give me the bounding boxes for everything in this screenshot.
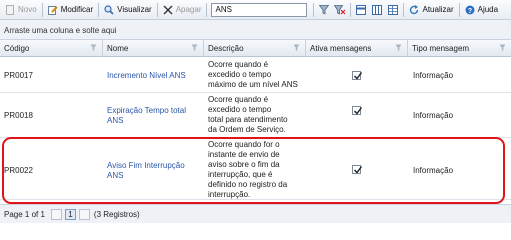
toolbar-separator xyxy=(156,2,158,17)
toolbar: Novo Modificar Visualizar Apagar ANS Atu… xyxy=(0,0,511,20)
delete-x-icon xyxy=(163,5,173,15)
column-header-descricao[interactable]: Descrição xyxy=(204,40,306,57)
toolbar-separator xyxy=(41,2,43,17)
toolbar-separator xyxy=(98,2,100,17)
help-icon: ? xyxy=(465,5,475,15)
refresh-icon xyxy=(409,4,419,15)
edit-icon xyxy=(47,5,58,15)
column-header-label: Código xyxy=(4,44,30,53)
column-header-nome[interactable]: Nome xyxy=(103,40,204,57)
next-page-button[interactable] xyxy=(78,208,90,220)
check-icon xyxy=(354,72,363,80)
name-line: ANS xyxy=(107,116,124,125)
pager-bar: Page 1 of 1 1 (3 Registros) xyxy=(0,204,511,223)
new-label: Novo xyxy=(18,5,37,14)
cell-message-type: Informação xyxy=(413,111,454,120)
cell-description: Ocorre quando é excedido o tempo total p… xyxy=(208,95,304,135)
clear-filter-icon xyxy=(334,4,346,15)
description-line: total para atendimento xyxy=(208,115,288,124)
help-label: Ajuda xyxy=(477,5,499,14)
table-icon xyxy=(388,4,399,15)
filter-icon[interactable] xyxy=(90,44,97,52)
magnifier-icon xyxy=(104,4,114,15)
grid-layout-button[interactable] xyxy=(353,2,369,18)
export-button[interactable] xyxy=(385,2,401,18)
group-by-hint: Arraste uma coluna e solte aqui xyxy=(4,26,117,35)
toolbar-separator xyxy=(350,2,352,17)
highlight-annotation xyxy=(2,137,505,204)
description-line: Ocorre quando é xyxy=(208,95,269,104)
column-header-tipo-mensagem[interactable]: Tipo mensagem xyxy=(408,40,511,57)
description-line: excedido o tempo xyxy=(208,105,272,114)
grid-icon xyxy=(356,4,367,15)
new-button[interactable]: Novo xyxy=(2,2,40,18)
column-header-label: Descrição xyxy=(208,44,244,53)
filter-icon[interactable] xyxy=(293,44,300,52)
search-input[interactable] xyxy=(211,2,308,17)
description-line: máximo de um nível ANS xyxy=(208,80,298,89)
check-icon xyxy=(354,107,363,115)
column-header-label: Ativa mensagens xyxy=(310,44,372,53)
cell-code: PR0017 xyxy=(4,71,33,80)
cell-description: Ocorre quando é excedido o tempo máximo … xyxy=(208,60,304,90)
toolbar-separator xyxy=(206,2,208,17)
delete-button[interactable]: Apagar xyxy=(160,2,205,18)
active-messages-checkbox[interactable] xyxy=(352,71,363,80)
filter-button[interactable] xyxy=(316,2,332,18)
refresh-label: Atualizar xyxy=(422,5,454,14)
page-number-label: 1 xyxy=(68,209,73,219)
cell-name[interactable]: Expiração Tempo total ANS xyxy=(107,106,202,126)
description-line: excedido o tempo xyxy=(208,70,272,79)
table-row[interactable]: PR0018 Expiração Tempo total ANS Ocorre … xyxy=(0,93,511,138)
svg-text:?: ? xyxy=(467,8,471,15)
column-header-ativa-mensagens[interactable]: Ativa mensagens xyxy=(306,40,408,57)
name-line: Expiração Tempo total xyxy=(107,106,187,115)
cell-name[interactable]: Incremento Nível ANS xyxy=(107,71,202,81)
view-button[interactable]: Visualizar xyxy=(101,2,155,18)
active-messages-checkbox[interactable] xyxy=(352,106,363,115)
cell-message-type: Informação xyxy=(413,71,454,80)
column-header-codigo[interactable]: Código xyxy=(0,40,103,57)
grid-header: Código Nome Descrição Ativa mensagens Ti… xyxy=(0,40,511,57)
name-line: Incremento Nível ANS xyxy=(107,71,186,80)
delete-label: Apagar xyxy=(175,5,202,14)
page-info: Page 1 of 1 xyxy=(4,209,45,219)
table-row[interactable]: PR0017 Incremento Nível ANS Ocorre quand… xyxy=(0,57,511,93)
toolbar-separator xyxy=(403,2,405,17)
filter-icon xyxy=(319,4,330,15)
group-by-panel[interactable]: Arraste uma coluna e solte aqui xyxy=(0,20,511,40)
columns-button[interactable] xyxy=(369,2,385,18)
help-button[interactable]: ? Ajuda xyxy=(462,2,501,18)
modify-label: Modificar xyxy=(60,5,94,14)
view-label: Visualizar xyxy=(117,5,152,14)
page-number-button[interactable]: 1 xyxy=(64,208,76,220)
modify-button[interactable]: Modificar xyxy=(45,2,96,18)
refresh-button[interactable]: Atualizar xyxy=(406,2,456,18)
record-count: (3 Registros) xyxy=(93,209,140,219)
column-header-label: Tipo mensagem xyxy=(412,44,470,53)
description-line: da Ordem de Serviço. xyxy=(208,125,286,134)
columns-icon xyxy=(372,4,383,15)
column-header-label: Nome xyxy=(107,44,129,53)
description-line: Ocorre quando é xyxy=(208,60,269,69)
cell-code: PR0018 xyxy=(4,111,33,120)
clear-filter-button[interactable] xyxy=(332,2,348,18)
previous-page-button[interactable] xyxy=(50,208,62,220)
filter-icon[interactable] xyxy=(191,44,198,52)
toolbar-separator xyxy=(313,2,315,17)
filter-icon[interactable] xyxy=(499,44,506,52)
new-document-icon xyxy=(5,4,15,15)
filter-icon[interactable] xyxy=(395,44,402,52)
toolbar-separator xyxy=(458,2,460,17)
